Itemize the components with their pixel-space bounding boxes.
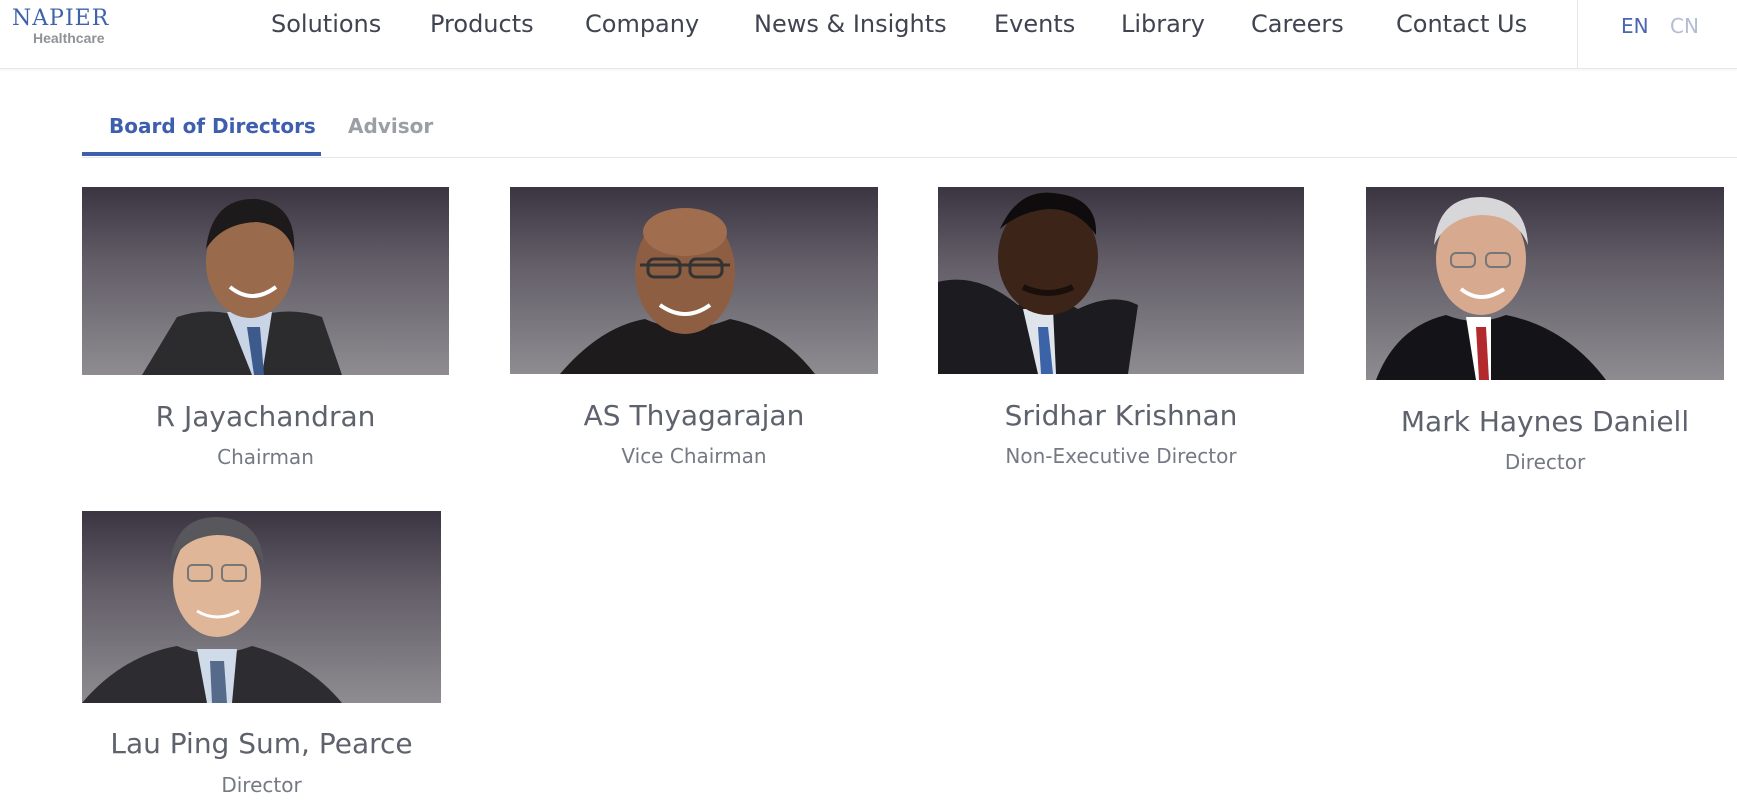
director-photo [82, 187, 449, 375]
tab-board-of-directors[interactable]: Board of Directors [109, 114, 316, 138]
director-name: AS Thyagarajan [583, 399, 805, 432]
logo-subtitle: Healthcare [33, 30, 105, 46]
director-role: Chairman [217, 445, 314, 469]
director-card[interactable]: R Jayachandran Chairman [82, 187, 449, 477]
director-name: Sridhar Krishnan [1004, 399, 1238, 432]
nav-news-insights[interactable]: News & Insights [754, 10, 947, 38]
director-card[interactable]: Lau Ping Sum, Pearce Director [82, 511, 441, 803]
director-photo [1366, 187, 1724, 380]
director-name: R Jayachandran [155, 400, 376, 433]
director-card[interactable]: Sridhar Krishnan Non-Executive Director [938, 187, 1304, 477]
director-photo [938, 187, 1304, 374]
director-role: Vice Chairman [621, 444, 767, 468]
nav-events[interactable]: Events [994, 10, 1075, 38]
logo-wordmark: NAPIER [12, 6, 110, 31]
language-cn[interactable]: CN [1670, 14, 1699, 38]
director-photo [82, 511, 441, 703]
director-name: Mark Haynes Daniell [1400, 405, 1690, 438]
director-role: Director [221, 773, 302, 797]
nav-company[interactable]: Company [585, 10, 699, 38]
director-role: Director [1504, 450, 1586, 474]
language-divider [1577, 0, 1578, 69]
nav-solutions[interactable]: Solutions [271, 10, 381, 38]
tab-advisor[interactable]: Advisor [348, 114, 433, 138]
nav-careers[interactable]: Careers [1251, 10, 1344, 38]
director-role: Non-Executive Director [1005, 444, 1237, 468]
nav-products[interactable]: Products [430, 10, 534, 38]
director-photo [510, 187, 878, 374]
language-en[interactable]: EN [1621, 14, 1649, 38]
nav-contact-us[interactable]: Contact Us [1396, 10, 1527, 38]
site-header: NAPIER Healthcare Solutions Products Com… [0, 0, 1737, 69]
director-card[interactable]: AS Thyagarajan Vice Chairman [510, 187, 878, 477]
director-card[interactable]: Mark Haynes Daniell Director [1366, 187, 1724, 477]
nav-library[interactable]: Library [1121, 10, 1205, 38]
napier-healthcare-logo[interactable]: NAPIER Healthcare [12, 6, 124, 48]
team-tabs: Board of Directors Advisor [82, 104, 1737, 158]
active-tab-indicator [82, 152, 321, 156]
director-name: Lau Ping Sum, Pearce [110, 727, 413, 760]
